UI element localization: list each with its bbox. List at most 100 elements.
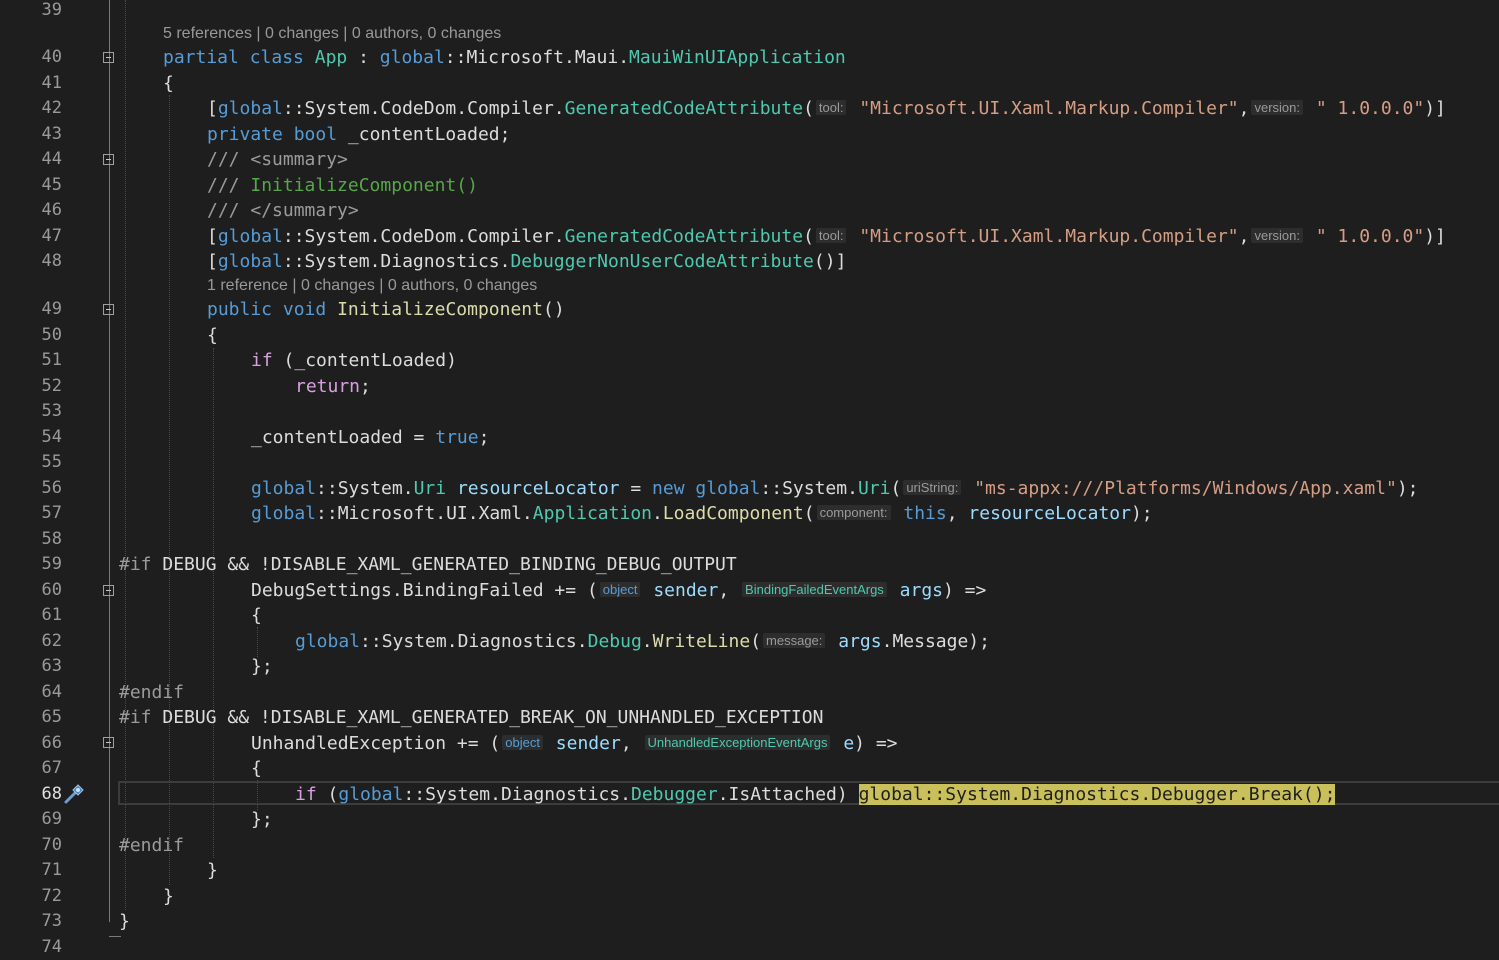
codelens-class[interactable]: 5 references | 0 changes | 0 authors, 0 …: [0, 24, 1499, 44]
code-token: UnhandledException += (: [251, 733, 501, 754]
code-line[interactable]: 64 #endif: [0, 680, 1499, 705]
code-text[interactable]: global::Microsoft.UI.Xaml.Application.Lo…: [251, 501, 1153, 526]
code-line[interactable]: 41 {: [0, 71, 1499, 96]
code-line[interactable]: 50 {: [0, 323, 1499, 348]
code-editor[interactable]: 5 references | 0 changes | 0 authors, 0 …: [0, 0, 1499, 957]
code-text[interactable]: }: [119, 909, 130, 934]
code-line[interactable]: 71}: [0, 858, 1499, 883]
code-line[interactable]: 44 /// <summary>: [0, 147, 1499, 172]
code-line[interactable]: 53: [0, 399, 1499, 424]
code-token: {: [163, 73, 174, 94]
code-token: ::System.Diagnostics.: [282, 251, 511, 272]
code-line[interactable]: 54 _contentLoaded = true;: [0, 425, 1499, 450]
code-token: e: [843, 733, 855, 754]
code-line[interactable]: 67 {: [0, 756, 1499, 781]
code-line[interactable]: 68 if (global::System.Diagnostics.Debugge…: [0, 782, 1499, 807]
code-text[interactable]: private bool _contentLoaded;: [207, 122, 510, 147]
code-token: _contentLoaded =: [251, 427, 436, 448]
code-line[interactable]: 74: [0, 935, 1499, 960]
code-text[interactable]: DebugSettings.BindingFailed += (object s…: [251, 578, 986, 603]
code-token: (: [750, 631, 762, 652]
code-line[interactable]: 62 global::System.Diagnostics.Debug.Write…: [0, 629, 1499, 654]
code-line[interactable]: 42 [global::System.CodeDom.Compiler.Gener…: [0, 96, 1499, 121]
line-number: 72: [41, 886, 62, 906]
line-number: 55: [41, 452, 62, 472]
code-line[interactable]: 56 global::System.Uri resourceLocator = n…: [0, 476, 1499, 501]
code-text[interactable]: if (_contentLoaded): [251, 348, 457, 373]
code-text[interactable]: {: [251, 756, 262, 781]
code-text[interactable]: };: [251, 654, 273, 679]
code-text[interactable]: if (global::System.Diagnostics.Debugger.…: [295, 782, 1336, 807]
code-line[interactable]: 58: [0, 527, 1499, 552]
code-text[interactable]: /// <summary>: [207, 147, 348, 172]
code-line[interactable]: 45 /// InitializeComponent(): [0, 173, 1499, 198]
code-text[interactable]: /// InitializeComponent(): [207, 173, 478, 198]
code-text[interactable]: #if DEBUG && !DISABLE_XAML_GENERATED_BRE…: [119, 705, 823, 730]
code-line[interactable]: 39: [0, 0, 1499, 23]
code-line[interactable]: 70 #endif: [0, 833, 1499, 858]
code-line[interactable]: 65 #if DEBUG && !DISABLE_XAML_GENERATED_B…: [0, 705, 1499, 730]
code-line[interactable]: 61 {: [0, 603, 1499, 628]
code-text[interactable]: global::System.Uri resourceLocator = new…: [251, 476, 1419, 501]
code-token: .Message);: [881, 631, 990, 652]
code-token: DEBUG && !DISABLE_XAML_GENERATED_BREAK_O…: [151, 707, 824, 728]
code-token: private: [207, 124, 283, 145]
code-text[interactable]: }: [163, 884, 174, 909]
code-line[interactable]: 66 UnhandledException += (object sender, …: [0, 731, 1499, 756]
code-line[interactable]: 52 return;: [0, 374, 1499, 399]
code-text[interactable]: }: [207, 858, 218, 883]
code-text[interactable]: };: [251, 807, 273, 832]
code-line[interactable]: 69};: [0, 807, 1499, 832]
code-line[interactable]: 55: [0, 450, 1499, 475]
code-line[interactable]: 73}: [0, 909, 1499, 934]
code-line[interactable]: 43 private bool _contentLoaded;: [0, 122, 1499, 147]
code-text[interactable]: {: [251, 603, 262, 628]
code-line[interactable]: 57 global::Microsoft.UI.Xaml.Application.…: [0, 501, 1499, 526]
code-text[interactable]: {: [207, 323, 218, 348]
code-text[interactable]: UnhandledException += (object sender, Un…: [251, 731, 898, 756]
code-line[interactable]: 72}: [0, 884, 1499, 909]
code-line[interactable]: 47 [global::System.CodeDom.Compiler.Gener…: [0, 224, 1499, 249]
code-line[interactable]: 60 DebugSettings.BindingFailed += (object…: [0, 578, 1499, 603]
code-text[interactable]: public void InitializeComponent(): [207, 297, 565, 322]
code-token: MauiWinUIApplication: [629, 47, 846, 68]
code-text[interactable]: {: [163, 71, 174, 96]
code-token: new: [652, 478, 685, 499]
code-token: ,: [1238, 226, 1250, 247]
codelens-text[interactable]: 5 references | 0 changes | 0 authors, 0 …: [163, 24, 501, 44]
codelens-method[interactable]: 1 reference | 0 changes | 0 authors, 0 c…: [0, 276, 1499, 296]
code-text[interactable]: partial class App : global::Microsoft.Ma…: [163, 45, 846, 70]
line-number: 52: [41, 376, 62, 396]
code-text[interactable]: [global::System.Diagnostics.DebuggerNonU…: [207, 249, 846, 274]
code-line[interactable]: 49 public void InitializeComponent(): [0, 297, 1499, 322]
line-number: 60: [41, 580, 62, 600]
line-number: 40: [41, 47, 62, 67]
code-token: ::System.CodeDom.Compiler.: [282, 98, 565, 119]
code-line[interactable]: 59 #if DEBUG && !DISABLE_XAML_GENERATED_B…: [0, 552, 1499, 577]
code-token: };: [251, 656, 273, 677]
code-text[interactable]: #endif: [119, 833, 184, 858]
code-line[interactable]: 51 if (_contentLoaded): [0, 348, 1499, 373]
code-text[interactable]: [global::System.CodeDom.Compiler.Generat…: [207, 224, 1446, 249]
code-text[interactable]: /// </summary>: [207, 198, 359, 223]
code-token: InitializeComponent: [337, 299, 543, 320]
code-text[interactable]: _contentLoaded = true;: [251, 425, 489, 450]
code-text[interactable]: return;: [295, 374, 371, 399]
code-line[interactable]: 63};: [0, 654, 1499, 679]
code-token: " 1.0.0.0": [1315, 226, 1425, 247]
code-text[interactable]: global::System.Diagnostics.Debug.WriteLi…: [295, 629, 990, 654]
code-line[interactable]: 48 [global::System.Diagnostics.DebuggerNo…: [0, 249, 1499, 274]
codelens-text[interactable]: 1 reference | 0 changes | 0 authors, 0 c…: [207, 276, 537, 296]
code-text[interactable]: [global::System.CodeDom.Compiler.Generat…: [207, 96, 1446, 121]
code-token: WriteLine: [652, 631, 751, 652]
code-text[interactable]: #endif: [119, 680, 184, 705]
code-text[interactable]: #if DEBUG && !DISABLE_XAML_GENERATED_BIN…: [119, 552, 737, 577]
code-line[interactable]: 46 /// </summary>: [0, 198, 1499, 223]
code-line[interactable]: 40 partial class App : global::Microsoft.…: [0, 45, 1499, 70]
line-number: 68: [41, 784, 62, 804]
inlay-hint: object: [502, 735, 543, 750]
code-token: DebuggerNonUserCodeAttribute: [510, 251, 814, 272]
